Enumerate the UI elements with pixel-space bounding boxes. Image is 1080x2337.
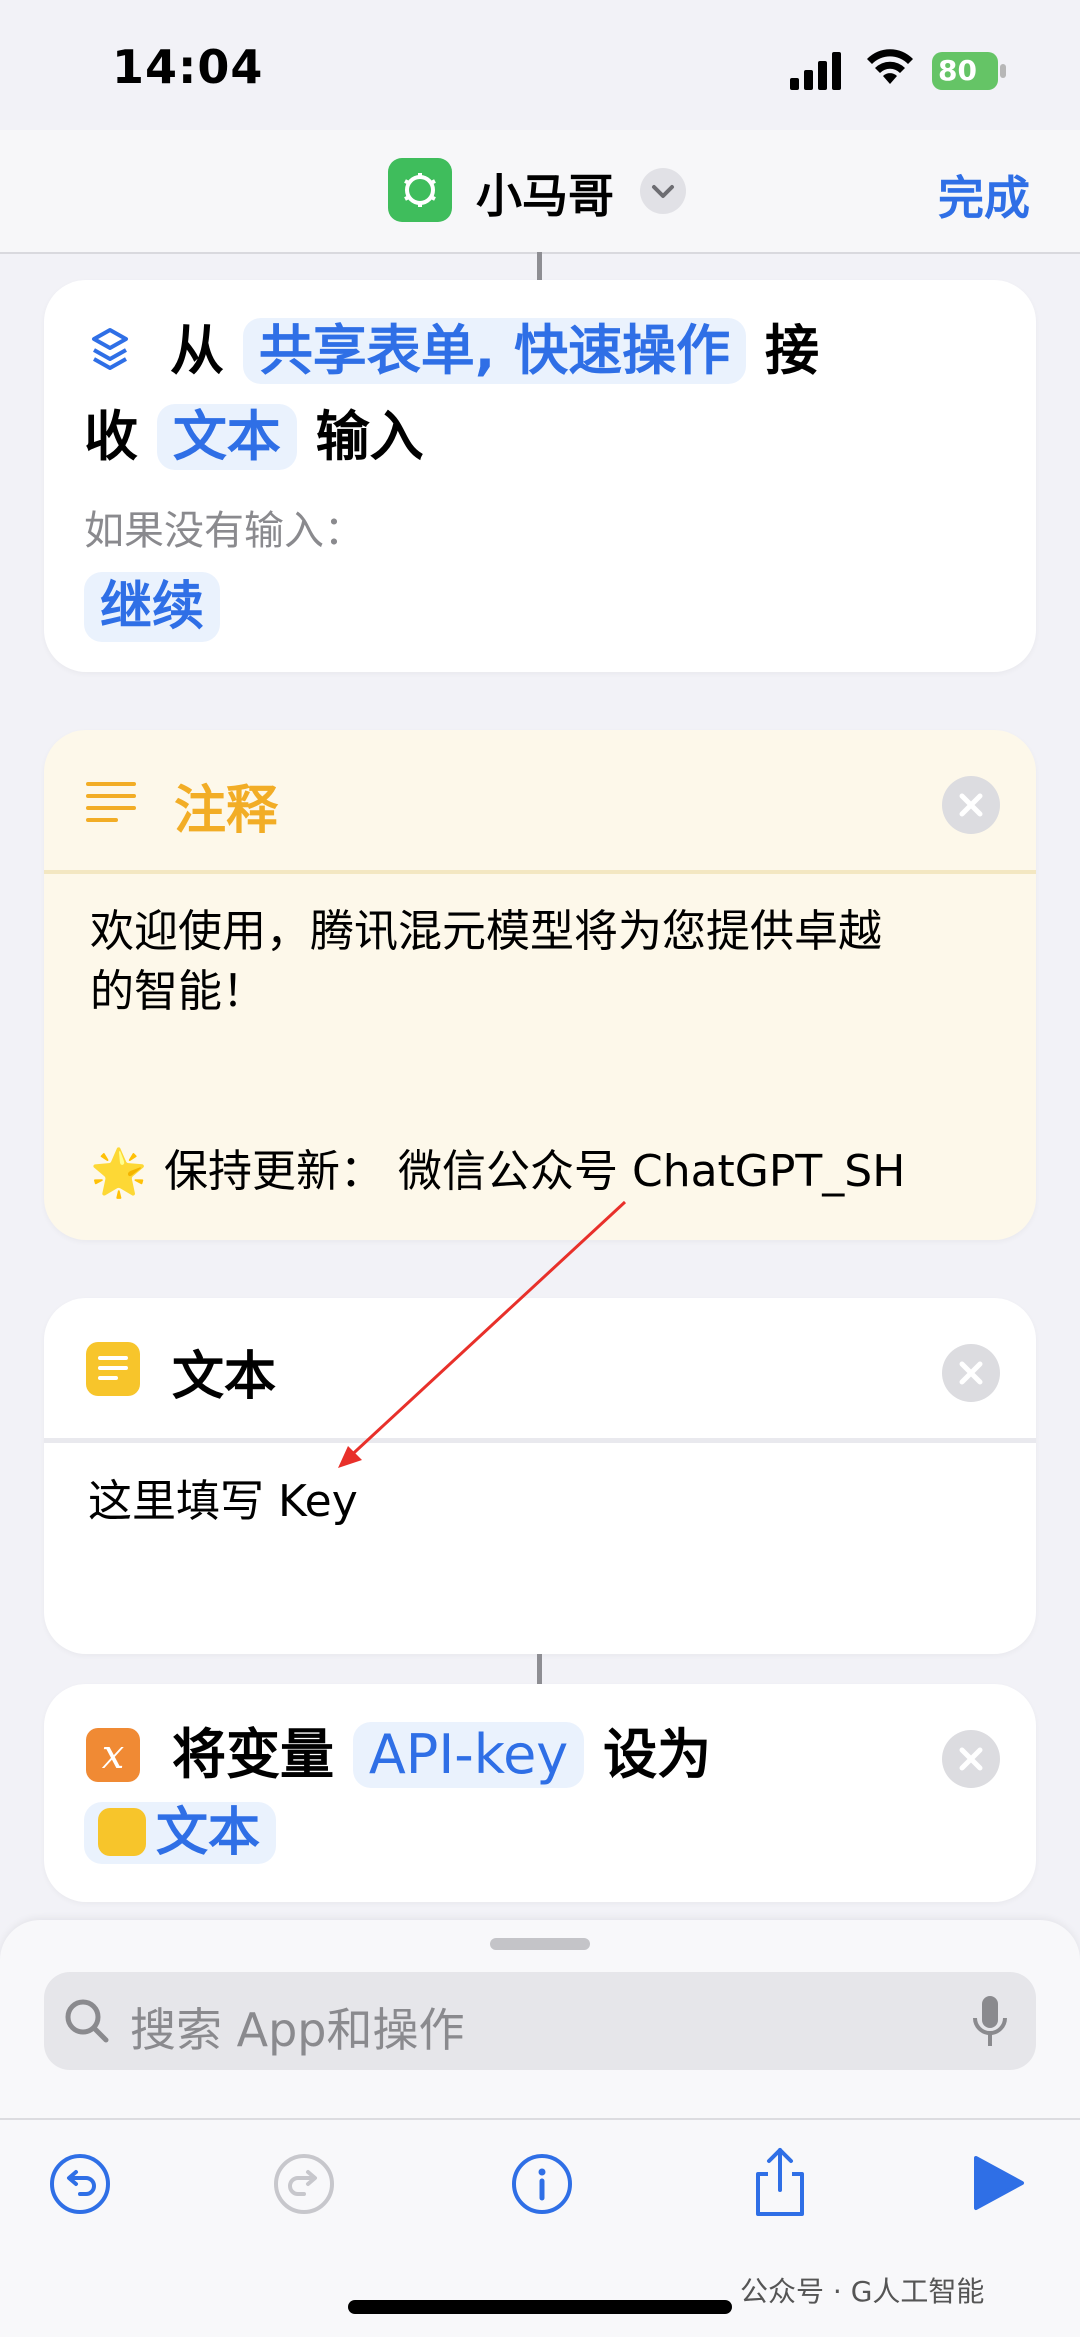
input-label: 输入: [315, 405, 424, 468]
comment-line-2: 的智能！: [90, 966, 266, 1017]
text-action-icon: [86, 1342, 140, 1396]
close-icon: [959, 1361, 983, 1385]
flow-connector: [537, 1654, 542, 1684]
text-title: 文本: [172, 1347, 277, 1407]
variable-name-chip[interactable]: API-key: [352, 1722, 585, 1788]
set-variable-label: 将变量: [172, 1723, 334, 1786]
close-icon: [959, 1747, 983, 1771]
comment-title: 注释: [174, 781, 279, 841]
cellular-signal-icon: [790, 52, 841, 90]
document-lines-icon: [98, 1356, 128, 1380]
variable-value-label: 文本: [156, 1803, 261, 1863]
title-menu-button[interactable]: [640, 168, 686, 214]
shortcut-app-icon[interactable]: [388, 158, 452, 222]
redo-icon[interactable]: [272, 2152, 336, 2216]
microphone-icon[interactable]: [970, 1994, 1010, 2050]
input-type-chip[interactable]: 文本: [156, 404, 297, 470]
receive-input-action[interactable]: 从 共享表单, 快速操作 接 收 文本 输入 如果没有输入： 继续: [44, 280, 1036, 672]
battery-indicator: 80: [932, 52, 1006, 90]
battery-level: 80: [938, 54, 977, 87]
star-emoji: 🌟: [90, 1145, 148, 1199]
text-variable-icon: [98, 1808, 146, 1856]
done-button[interactable]: 完成: [938, 162, 1030, 228]
set-to-label: 设为: [603, 1723, 712, 1786]
comment-action[interactable]: 注释 欢迎使用，腾讯混元模型将为您提供卓越 的智能！ 🌟 保持更新： 微信公众号…: [44, 730, 1036, 1240]
flow-connector: [537, 252, 542, 280]
variable-icon: x: [86, 1728, 140, 1782]
layers-share-icon: [92, 328, 128, 370]
close-icon: [959, 793, 983, 817]
info-icon[interactable]: [510, 2152, 574, 2216]
receive-label-part1: 接: [764, 319, 819, 382]
receive-label-part2: 收: [84, 405, 138, 468]
undo-icon[interactable]: [48, 2152, 112, 2216]
text-lines-icon: [86, 782, 136, 822]
openai-logo-icon: [404, 173, 436, 207]
home-indicator: [348, 2300, 732, 2314]
sheet-grabber[interactable]: [490, 1938, 590, 1950]
remove-text-button[interactable]: [942, 1344, 1000, 1402]
search-input[interactable]: 搜索 App和操作: [44, 1972, 1036, 2070]
continue-chip[interactable]: 继续: [84, 572, 221, 642]
from-label: 从: [170, 319, 224, 382]
remove-comment-button[interactable]: [942, 776, 1000, 834]
share-icon[interactable]: [748, 2146, 812, 2218]
text-content-field[interactable]: 这里填写 Key: [88, 1472, 358, 1532]
status-time: 14:04: [112, 40, 264, 94]
if-no-input-label: 如果没有输入：: [84, 508, 364, 554]
wifi-icon: [867, 49, 913, 84]
search-icon: [65, 1999, 109, 2043]
annotation-arrow: [338, 1200, 627, 1468]
variable-value-chip[interactable]: 文本: [84, 1802, 277, 1864]
search-placeholder: 搜索 App和操作: [130, 2003, 465, 2057]
comment-line-1: 欢迎使用，腾讯混元模型将为您提供卓越: [90, 906, 882, 957]
toolbar-divider: [0, 2118, 1080, 2120]
chevron-down-icon: [652, 185, 674, 198]
watermark-text: 公众号 · G人工智能: [740, 2275, 985, 2308]
set-variable-action[interactable]: x 将变量 API-key 设为 文本: [44, 1684, 1036, 1902]
remove-set-variable-button[interactable]: [942, 1730, 1000, 1788]
play-icon[interactable]: [972, 2154, 1026, 2212]
shortcut-title[interactable]: 小马哥: [476, 160, 614, 226]
sources-chip[interactable]: 共享表单, 快速操作: [242, 318, 747, 384]
